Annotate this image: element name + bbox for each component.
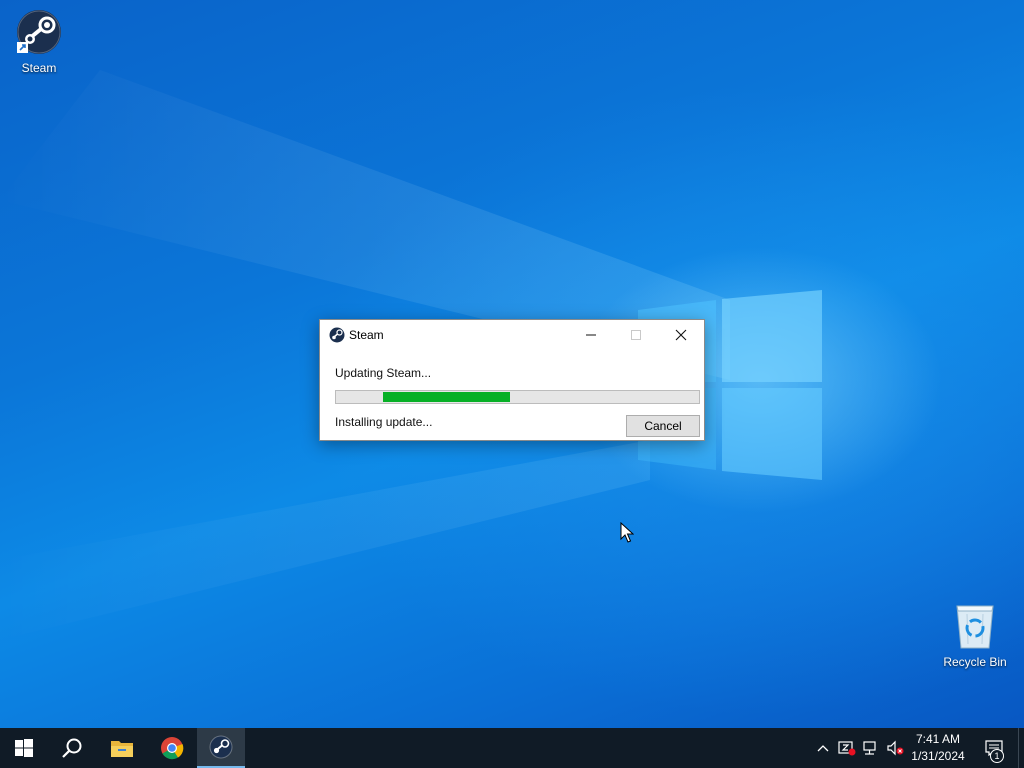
close-icon [675,329,687,341]
security-alert-icon [838,741,856,756]
search-button[interactable] [48,728,96,768]
update-detail-text: Installing update... [335,415,433,429]
update-progress-bar [335,390,700,404]
steam-icon [209,735,233,759]
file-explorer-icon [111,741,133,757]
network-icon [863,741,876,755]
cancel-button[interactable]: Cancel [626,415,700,437]
steam-icon [329,327,345,343]
desktop-icon-label: Recycle Bin [943,655,1007,669]
show-hidden-icons-button[interactable] [813,728,833,768]
taskbar-steam[interactable] [197,728,245,768]
desktop-icon-recycle-bin[interactable]: Recycle Bin [937,602,1013,669]
steam-update-dialog: Steam Updating Steam... Installing updat… [319,319,705,441]
clock-time: 7:41 AM [915,732,961,746]
chevron-up-icon [817,745,829,752]
desktop-icon-label: Steam [21,61,57,75]
steam-icon [17,10,61,54]
dialog-title: Steam [349,328,384,342]
minimize-button[interactable] [568,320,614,350]
update-status-text: Updating Steam... [335,366,432,380]
maximize-button[interactable] [613,320,659,350]
taskbar: 7:41 AM 1/31/2024 1 [0,728,1024,768]
progress-bar-fill [383,392,510,402]
desktop-icon-steam[interactable]: Steam [1,8,77,75]
recycle-bin-icon [956,605,994,649]
close-button[interactable] [658,320,704,350]
start-button[interactable] [0,728,48,768]
taskbar-chrome[interactable] [148,728,196,768]
windows-start-icon [15,739,33,757]
taskbar-clock[interactable]: 7:41 AM 1/31/2024 [905,731,971,765]
chrome-icon [161,737,184,760]
minimize-icon [586,334,596,336]
show-desktop-button[interactable] [1018,728,1024,768]
maximize-icon [631,330,641,340]
dialog-titlebar[interactable]: Steam [320,320,704,350]
tray-volume[interactable] [884,728,906,768]
tray-network[interactable] [860,728,882,768]
clock-date: 1/31/2024 [911,749,965,763]
volume-muted-icon [887,740,904,756]
notification-count-badge: 1 [990,749,1004,763]
search-icon [62,738,82,758]
mouse-cursor-icon [620,522,634,543]
taskbar-file-explorer[interactable] [98,728,146,768]
tray-security[interactable] [836,728,858,768]
